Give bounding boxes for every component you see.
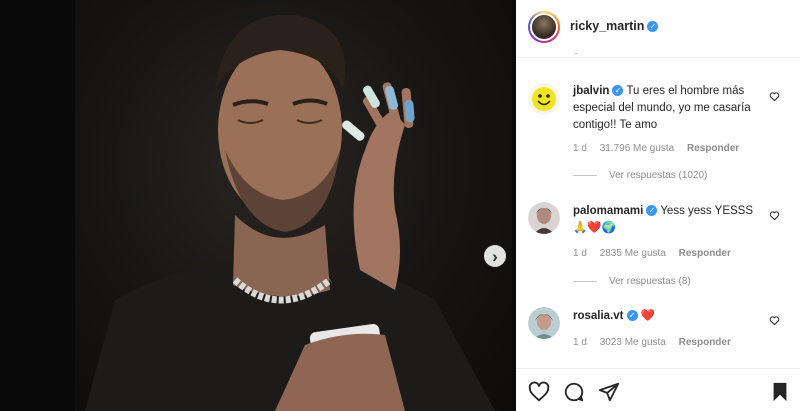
post-image[interactable] (75, 0, 512, 411)
comment-body: rosalia.vt ✓ ❤️ (573, 308, 758, 325)
comment-icon[interactable] (563, 381, 585, 403)
post-sidebar: ricky_martin ✓ ˘ jbalvin ✓ Tu eres el homb… (516, 0, 800, 411)
like-comment-heart-icon[interactable] (769, 315, 780, 326)
like-comment-heart-icon[interactable] (769, 210, 780, 221)
comment-time: 1 d (573, 337, 587, 348)
next-image-button[interactable]: › (484, 245, 506, 267)
author-username[interactable]: ricky_martin ✓ (570, 19, 659, 33)
post-header: ricky_martin ✓ (516, 0, 800, 58)
reply-button[interactable]: Responder (687, 143, 739, 154)
comment-emojis: 🙏❤️🌍 (573, 222, 616, 234)
reply-button[interactable]: Responder (679, 248, 731, 259)
commenter-avatar[interactable] (528, 307, 560, 339)
profile-photo-icon (528, 307, 560, 339)
profile-photo-icon (528, 202, 560, 234)
share-icon[interactable] (598, 381, 620, 403)
commenter-username[interactable]: palomamami (573, 205, 643, 217)
comment-emojis: ❤️ (640, 310, 656, 322)
comment-likes[interactable]: 2835 Me gusta (600, 248, 666, 259)
comment-text: Yess yess YESSS (660, 205, 754, 217)
comment-time: 1 d (573, 248, 587, 259)
verified-badge-icon: ✓ (646, 205, 658, 216)
replies-divider (573, 175, 597, 176)
verified-badge-icon: ✓ (647, 21, 659, 32)
comment-body: palomamami ✓ Yess yess YESSS 🙏❤️🌍 (573, 203, 758, 237)
verified-badge-icon: ✓ (612, 85, 624, 96)
view-replies-label: Ver respuestas (8) (609, 276, 691, 287)
view-replies-label: Ver respuestas (1020) (609, 170, 708, 181)
like-comment-heart-icon[interactable] (769, 91, 780, 102)
chevron-right-icon: › (492, 246, 498, 266)
comment-time: 1 d (573, 143, 587, 154)
replies-divider (573, 281, 597, 282)
caption-fragment: ˘ (575, 52, 578, 61)
comment-likes[interactable]: 31.796 Me gusta (600, 143, 675, 154)
comment-meta: 1 d 3023 Me gusta Responder (573, 337, 741, 348)
commenter-username[interactable]: jbalvin (573, 85, 609, 97)
comment-meta: 1 d 31.796 Me gusta Responder (573, 143, 749, 154)
bookmark-icon[interactable] (769, 381, 791, 403)
commenter-username[interactable]: rosalia.vt (573, 310, 624, 322)
verified-badge-icon: ✓ (626, 310, 638, 321)
comment-likes[interactable]: 3023 Me gusta (600, 337, 666, 348)
comment-meta: 1 d 2835 Me gusta Responder (573, 248, 741, 259)
smiley-avatar-icon (528, 83, 560, 115)
post-actions-bar (516, 368, 800, 411)
author-avatar[interactable] (528, 11, 560, 43)
view-replies-button[interactable]: Ver respuestas (8) (573, 276, 691, 287)
heart-icon[interactable] (528, 381, 550, 403)
view-replies-button[interactable]: Ver respuestas (1020) (573, 170, 707, 181)
reply-button[interactable]: Responder (679, 337, 731, 348)
post-photo (85, 14, 495, 411)
commenter-avatar[interactable] (528, 202, 560, 234)
comment-body: jbalvin ✓ Tu eres el hombre más especial … (573, 83, 758, 134)
commenter-avatar[interactable] (528, 83, 560, 115)
